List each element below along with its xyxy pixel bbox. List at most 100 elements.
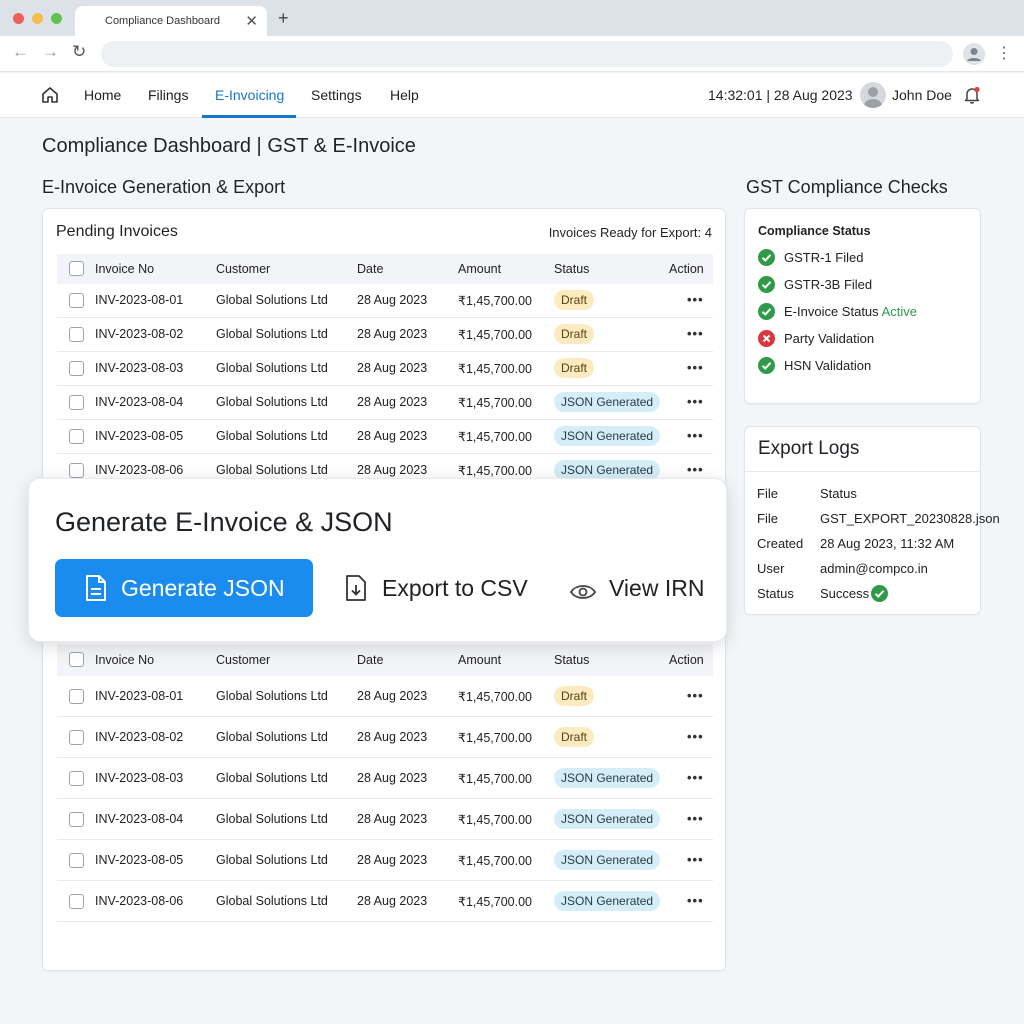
user-avatar[interactable] — [860, 82, 886, 108]
table-row: INV-2023-08-03 Global Solutions Ltd 28 Aug… — [57, 758, 713, 799]
error-circle-icon — [758, 330, 775, 347]
success-check-icon — [871, 585, 888, 602]
table-row: INV-2023-08-01 Global Solutions Ltd 28 Aug… — [57, 676, 713, 717]
invoice-date: 28 Aug 2023 — [357, 730, 428, 744]
col-customer[interactable]: Customer — [216, 262, 270, 276]
invoice-amount: ₹1,45,700.00 — [458, 294, 532, 308]
nav-help[interactable]: Help — [390, 87, 419, 103]
new-tab-icon[interactable]: + — [278, 8, 289, 29]
row-checkbox[interactable] — [69, 361, 84, 376]
customer-name: Global Solutions Ltd — [216, 361, 328, 375]
invoice-number: INV-2023-08-06 — [95, 463, 184, 477]
row-checkbox[interactable] — [69, 429, 84, 444]
row-actions-icon[interactable]: ••• — [687, 770, 704, 785]
tab-close-icon[interactable]: ✕ — [245, 12, 258, 30]
eye-icon — [569, 580, 597, 607]
browser-tab[interactable]: Compliance Dashboard ✕ — [75, 6, 267, 36]
profile-icon[interactable] — [963, 43, 985, 65]
reload-icon[interactable]: ↻ — [72, 42, 86, 62]
invoice-date: 28 Aug 2023 — [357, 395, 428, 409]
page-title: Compliance Dashboard | GST & E-Invoice — [42, 135, 416, 157]
compliance-item-label: GSTR-3B Filed — [784, 277, 872, 292]
user-name[interactable]: John Doe — [892, 87, 952, 103]
row-checkbox[interactable] — [69, 771, 84, 786]
customer-name: Global Solutions Ltd — [216, 812, 328, 826]
customer-name: Global Solutions Ltd — [216, 853, 328, 867]
col-date[interactable]: Date — [357, 262, 383, 276]
log-value: admin@compco.in — [820, 561, 928, 576]
minimize-window-dot[interactable] — [32, 13, 43, 24]
browser-menu-icon[interactable]: ⋮ — [996, 43, 1012, 63]
nav-settings[interactable]: Settings — [311, 87, 362, 103]
row-checkbox[interactable] — [69, 812, 84, 827]
table-row: INV-2023-08-04 Global Solutions Ltd 28 Aug… — [57, 799, 713, 840]
col-customer[interactable]: Customer — [216, 653, 270, 667]
row-actions-icon[interactable]: ••• — [687, 688, 704, 703]
row-actions-icon[interactable]: ••• — [687, 811, 704, 826]
export-logs-title: Export Logs — [758, 438, 860, 459]
row-actions-icon[interactable]: ••• — [687, 729, 704, 744]
back-arrow-icon[interactable]: ← — [12, 42, 29, 62]
view-irn-button[interactable]: View IRN — [569, 559, 714, 617]
notification-bell-icon[interactable] — [962, 85, 980, 105]
col-status[interactable]: Status — [554, 262, 589, 276]
forward-arrow-icon[interactable]: → — [42, 42, 59, 62]
compliance-item-text: GSTR-1 Filed — [784, 250, 864, 265]
customer-name: Global Solutions Ltd — [216, 689, 328, 703]
generate-json-button[interactable]: Generate JSON — [55, 559, 313, 617]
invoice-date: 28 Aug 2023 — [357, 894, 428, 908]
col-invoice-no[interactable]: Invoice No — [95, 653, 154, 667]
row-checkbox[interactable] — [69, 894, 84, 909]
compliance-item-text: HSN Validation — [784, 358, 872, 373]
row-actions-icon[interactable]: ••• — [687, 428, 704, 443]
compliance-status-title: Compliance Status — [758, 224, 871, 238]
row-checkbox[interactable] — [69, 395, 84, 410]
nav-filings[interactable]: Filings — [148, 87, 188, 103]
table-row: INV-2023-08-02 Global Solutions Ltd 28 Aug… — [57, 318, 713, 352]
row-actions-icon[interactable]: ••• — [687, 852, 704, 867]
col-amount[interactable]: Amount — [458, 653, 501, 667]
address-bar[interactable] — [101, 41, 953, 67]
invoice-amount: ₹1,45,700.00 — [458, 396, 532, 410]
invoice-date: 28 Aug 2023 — [357, 361, 428, 375]
select-all-checkbox[interactable] — [69, 261, 84, 276]
maximize-window-dot[interactable] — [51, 13, 62, 24]
row-actions-icon[interactable]: ••• — [687, 292, 704, 307]
check-circle-icon — [758, 303, 775, 320]
row-actions-icon[interactable]: ••• — [687, 394, 704, 409]
row-checkbox[interactable] — [69, 327, 84, 342]
row-checkbox[interactable] — [69, 730, 84, 745]
pending-invoices-title: Pending Invoices — [56, 223, 178, 240]
row-actions-icon[interactable]: ••• — [687, 360, 704, 375]
nav-home[interactable]: Home — [84, 87, 121, 103]
nav-e-invoicing[interactable]: E-Invoicing — [215, 87, 284, 103]
row-checkbox[interactable] — [69, 853, 84, 868]
status-badge: Draft — [554, 290, 595, 310]
invoice-number: INV-2023-08-04 — [95, 395, 184, 409]
invoice-number: INV-2023-08-04 — [95, 812, 184, 826]
compliance-item-text: Party Validation — [784, 331, 875, 346]
home-icon[interactable] — [40, 85, 60, 110]
close-window-dot[interactable] — [13, 13, 24, 24]
col-amount[interactable]: Amount — [458, 262, 501, 276]
log-value: GST_EXPORT_20230828.json — [820, 511, 1000, 526]
row-checkbox[interactable] — [69, 689, 84, 704]
app-nav-bar: Home Filings E-Invoicing Settings Help 1… — [0, 73, 1024, 118]
row-actions-icon[interactable]: ••• — [687, 462, 704, 477]
row-checkbox[interactable] — [69, 463, 84, 478]
row-checkbox[interactable] — [69, 293, 84, 308]
status-badge: JSON Generated — [554, 392, 661, 412]
row-actions-icon[interactable]: ••• — [687, 893, 704, 908]
invoice-amount: ₹1,45,700.00 — [458, 362, 532, 376]
modal-title: Generate E-Invoice & JSON — [55, 507, 393, 537]
compliance-item-label: GSTR-1 Filed — [784, 250, 863, 265]
select-all-checkbox[interactable] — [69, 652, 84, 667]
col-date[interactable]: Date — [357, 653, 383, 667]
export-csv-button[interactable]: Export to CSV — [339, 559, 549, 617]
row-actions-icon[interactable]: ••• — [687, 326, 704, 341]
col-status[interactable]: Status — [554, 653, 589, 667]
col-action: Action — [669, 262, 704, 276]
col-invoice-no[interactable]: Invoice No — [95, 262, 154, 276]
status-badge: JSON Generated — [554, 460, 661, 480]
browser-tab-bar: Compliance Dashboard ✕ + — [0, 0, 1024, 36]
